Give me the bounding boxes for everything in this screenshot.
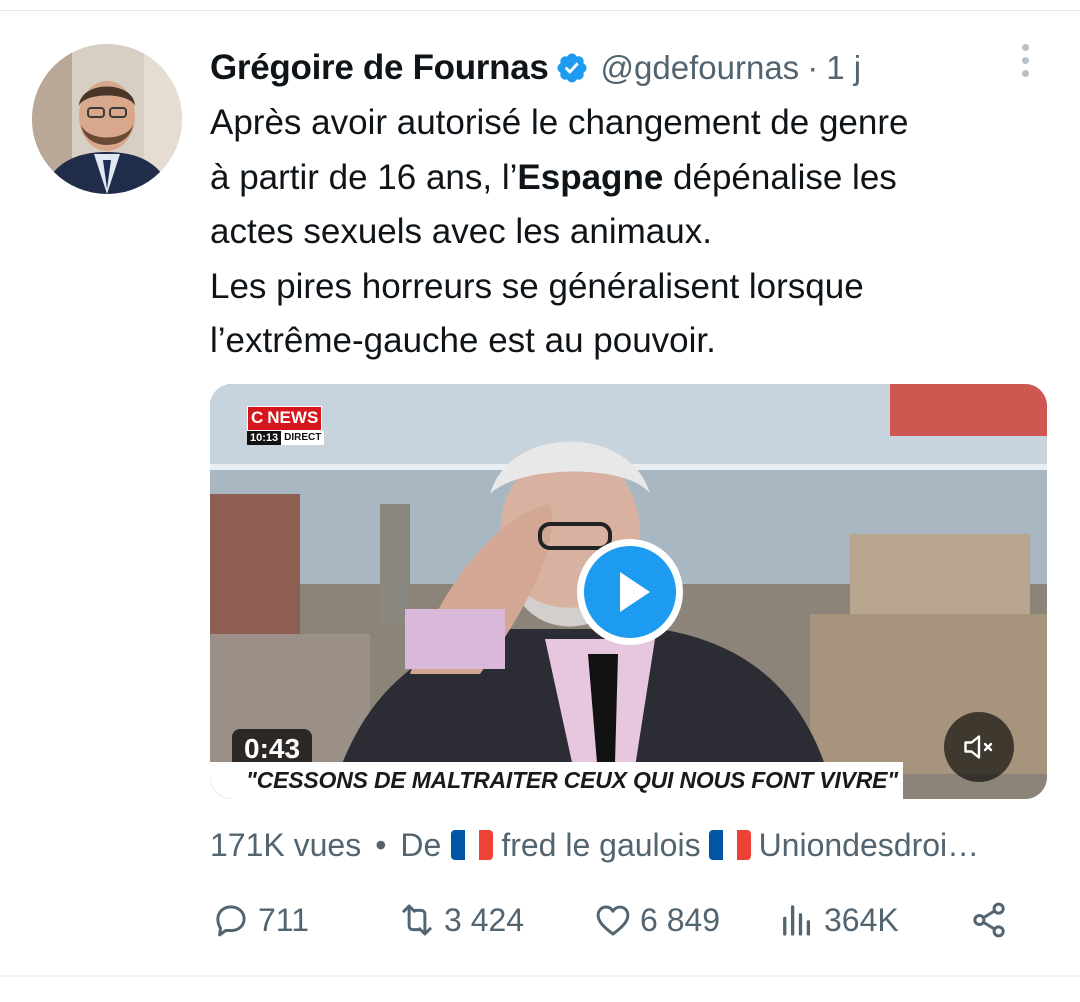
views-button[interactable]: 364K <box>776 893 899 947</box>
channel-live-label: DIRECT <box>281 431 325 445</box>
like-button[interactable]: 6 849 <box>592 893 720 947</box>
retweet-count: 3 424 <box>444 901 525 938</box>
muted-speaker-icon <box>964 735 993 759</box>
bottom-divider <box>0 975 1080 977</box>
via-name[interactable]: fred le gaulois <box>501 827 700 864</box>
video-caption-bar: "CESSONS DE MALTRAITER CEUX QUI NOUS FON… <box>210 762 903 799</box>
share-icon <box>973 902 1005 938</box>
author-name[interactable]: Grégoire de Fournas <box>210 48 549 88</box>
more-options-icon[interactable] <box>1010 44 1040 84</box>
header-separator: · <box>807 49 819 86</box>
avatar-photo <box>32 44 182 194</box>
via-account[interactable]: Uniondesdroi… <box>759 827 980 864</box>
video-player[interactable]: C NEWS 10:13 DIRECT 0:43 "CESSONS DE MAL… <box>210 384 1047 799</box>
channel-logo-c: C <box>248 407 267 430</box>
play-icon <box>584 546 676 638</box>
reply-icon <box>216 905 246 937</box>
view-count: 171K vues <box>210 826 362 863</box>
tweet-text-line: Après avoir autorisé le changement de ge… <box>210 96 1050 151</box>
text-segment: l’extrême-gauche est au pouvoir. <box>210 321 716 360</box>
channel-logo-news: NEWS <box>266 407 322 430</box>
french-flag-icon <box>708 830 751 860</box>
via-label: De <box>400 826 442 863</box>
top-divider <box>0 10 1080 11</box>
meta-separator: • <box>375 826 387 863</box>
author-handle[interactable]: @gdefournas <box>601 49 800 87</box>
channel-logo: C NEWS <box>247 406 323 431</box>
text-segment: actes sexuels avec les animaux. <box>210 212 712 251</box>
reply-count: 711 <box>258 901 310 938</box>
tweet-header: Grégoire de Fournas @gdefournas · 1 j <box>210 40 861 96</box>
share-button[interactable] <box>968 893 1016 947</box>
channel-live-indicator: 10:13 DIRECT <box>247 431 325 445</box>
text-segment: Après avoir autorisé le changement de ge… <box>210 103 909 142</box>
video-caption: "CESSONS DE MALTRAITER CEUX QUI NOUS FON… <box>246 767 898 793</box>
play-button[interactable] <box>577 539 683 645</box>
text-segment: dépénalise les <box>663 157 897 197</box>
french-flag-icon <box>451 830 494 860</box>
channel-clock: 10:13 <box>247 431 282 445</box>
views-count: 364K <box>824 901 899 938</box>
avatar[interactable] <box>32 44 182 194</box>
like-count: 6 849 <box>640 901 721 938</box>
tweet-text-line: actes sexuels avec les animaux. <box>210 205 1050 260</box>
retweet-button[interactable]: 3 424 <box>396 893 524 947</box>
tweet-text-line: l’extrême-gauche est au pouvoir. <box>210 314 1050 369</box>
tweet-text: Après avoir autorisé le changement de ge… <box>210 96 1050 369</box>
tweet-text-line: à partir de 16 ans, l’Espagne dépénalise… <box>210 151 1050 206</box>
tweet-time[interactable]: 1 j <box>826 49 861 87</box>
retweet-icon <box>402 904 432 936</box>
verified-badge-icon <box>555 51 589 85</box>
heart-icon <box>596 905 630 936</box>
action-bar: 711 3 424 6 849 364K <box>210 893 1030 947</box>
bold-text-segment: Espagne <box>517 157 664 197</box>
tweet-text-line: Les pires horreurs se généralisent lorsq… <box>210 260 1050 315</box>
reply-button[interactable]: 711 <box>210 893 309 947</box>
text-segment: Les pires horreurs se généralisent lorsq… <box>210 266 864 306</box>
mute-button[interactable] <box>944 712 1014 782</box>
tweet-meta: 171K vues • De fred le gaulois Uniondesd… <box>210 818 979 872</box>
text-segment: à partir de 16 ans, l’ <box>210 157 518 197</box>
analytics-icon <box>783 905 811 936</box>
